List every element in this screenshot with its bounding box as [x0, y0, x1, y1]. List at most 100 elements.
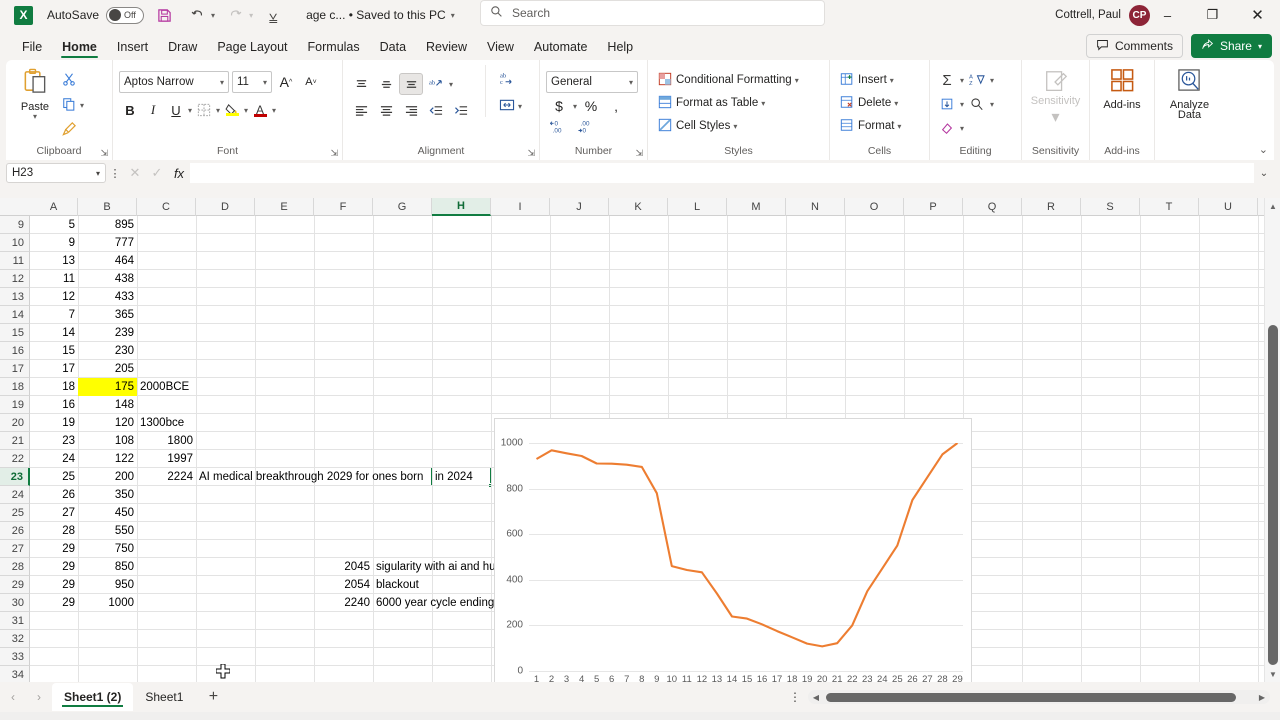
conditional-formatting-dropdown-icon[interactable]: ▾ [795, 76, 799, 85]
cell-B19[interactable]: 148 [78, 396, 137, 414]
align-right-button[interactable] [399, 99, 423, 121]
column-header-a[interactable]: A [30, 198, 78, 216]
row-header-25[interactable]: 25 [0, 504, 30, 522]
font-color-dropdown-icon[interactable]: ▾ [272, 106, 276, 115]
comments-button[interactable]: Comments [1085, 34, 1183, 58]
cell-B20[interactable]: 120 [78, 414, 137, 432]
insert-cells-dropdown-icon[interactable]: ▾ [890, 76, 894, 85]
autosum-dropdown-icon[interactable]: ▾ [960, 76, 964, 85]
align-left-button[interactable] [349, 99, 373, 121]
cell-A28[interactable]: 29 [30, 558, 78, 576]
center-button[interactable] [374, 99, 398, 121]
row-header-28[interactable]: 28 [0, 558, 30, 576]
restore-button[interactable]: ❐ [1190, 0, 1235, 30]
user-account[interactable]: Cottrell, Paul CP [1055, 0, 1150, 30]
cell-G30[interactable]: 6000 year cycle ending [373, 594, 494, 612]
cell-B16[interactable]: 230 [78, 342, 137, 360]
format-as-table-button[interactable]: Format as Table ▾ [654, 92, 802, 114]
share-button[interactable]: Share ▾ [1190, 34, 1272, 58]
column-header-u[interactable]: U [1199, 198, 1258, 216]
horizontal-scroll-thumb[interactable] [826, 692, 1236, 702]
column-header-d[interactable]: D [196, 198, 255, 216]
cell-C18[interactable]: 2000BCE [137, 378, 196, 396]
minimize-button[interactable]: – [1145, 0, 1190, 30]
cell-B27[interactable]: 750 [78, 540, 137, 558]
cell-A13[interactable]: 12 [30, 288, 78, 306]
horizontal-scrollbar[interactable]: ◀ ▶ [808, 690, 1270, 704]
clear-button[interactable] [936, 117, 958, 139]
cell-C20[interactable]: 1300bce [137, 414, 196, 432]
addins-button[interactable]: Add-ins [1096, 65, 1148, 111]
line-chart[interactable]: 0 200 400 600 800 1000 1 2 3 4 5 6 7 8 9 10 11 12 13 14 15 16… [494, 418, 972, 682]
collapse-ribbon-icon[interactable]: ⌄ [1259, 143, 1268, 156]
italic-button[interactable]: I [142, 99, 164, 121]
comma-format-button[interactable]: ‚ [605, 95, 627, 117]
cell-D23[interactable]: AI medical breakthrough 2029 for ones bo… [196, 468, 423, 486]
column-header-h[interactable]: H [432, 198, 491, 216]
row-header-31[interactable]: 31 [0, 612, 30, 630]
cell-F30[interactable]: 2240 [314, 594, 373, 612]
vertical-scroll-thumb[interactable] [1268, 325, 1278, 665]
tab-formulas[interactable]: Formulas [298, 37, 370, 60]
cell-B18[interactable]: 175 [78, 378, 137, 396]
cell-A15[interactable]: 14 [30, 324, 78, 342]
accounting-dropdown-icon[interactable]: ▾ [573, 102, 577, 111]
cell-styles-dropdown-icon[interactable]: ▾ [733, 122, 737, 131]
row-header-16[interactable]: 16 [0, 342, 30, 360]
more-options-icon[interactable]: ⋮ [782, 690, 808, 704]
cell-B17[interactable]: 205 [78, 360, 137, 378]
cell-B9[interactable]: 895 [78, 216, 137, 234]
fill-dropdown-icon[interactable]: ▾ [960, 100, 964, 109]
cell-A20[interactable]: 19 [30, 414, 78, 432]
row-header-34[interactable]: 34 [0, 666, 30, 682]
font-dialog-launcher[interactable]: ⇲ [330, 148, 338, 159]
copy-button[interactable]: ▾ [58, 94, 87, 116]
cell-B28[interactable]: 850 [78, 558, 137, 576]
format-cells-button[interactable]: Format ▾ [836, 115, 904, 137]
next-sheet-icon[interactable]: › [26, 690, 52, 704]
cell-A24[interactable]: 26 [30, 486, 78, 504]
cell-B10[interactable]: 777 [78, 234, 137, 252]
column-header-e[interactable]: E [255, 198, 314, 216]
underline-button[interactable]: U [165, 99, 187, 121]
cell-F29[interactable]: 2054 [314, 576, 373, 594]
column-header-f[interactable]: F [314, 198, 373, 216]
row-header-10[interactable]: 10 [0, 234, 30, 252]
accounting-format-button[interactable]: $ [548, 95, 570, 117]
row-header-9[interactable]: 9 [0, 216, 30, 234]
number-format-select[interactable]: General ▾ [546, 71, 638, 93]
fill-color-dropdown-icon[interactable]: ▾ [244, 106, 248, 115]
format-cells-dropdown-icon[interactable]: ▾ [897, 122, 901, 131]
percent-format-button[interactable]: % [580, 95, 602, 117]
column-header-l[interactable]: L [668, 198, 727, 216]
cell-C23[interactable]: 2224 [137, 468, 196, 486]
save-icon[interactable] [151, 3, 177, 27]
autosave-toggle[interactable]: Off [106, 6, 145, 24]
cell-A23[interactable]: 25 [30, 468, 78, 486]
row-header-26[interactable]: 26 [0, 522, 30, 540]
cell-A29[interactable]: 29 [30, 576, 78, 594]
cell-F28[interactable]: 2045 [314, 558, 373, 576]
cell-A11[interactable]: 13 [30, 252, 78, 270]
conditional-formatting-button[interactable]: Conditional Formatting ▾ [654, 69, 802, 91]
cell-A17[interactable]: 17 [30, 360, 78, 378]
row-header-21[interactable]: 21 [0, 432, 30, 450]
cell-A12[interactable]: 11 [30, 270, 78, 288]
column-header-n[interactable]: N [786, 198, 845, 216]
cell-B11[interactable]: 464 [78, 252, 137, 270]
insert-function-icon[interactable]: fx [168, 166, 190, 181]
customize-quick-access-icon[interactable]: ⩣ [260, 3, 286, 27]
cell-B15[interactable]: 239 [78, 324, 137, 342]
format-as-table-dropdown-icon[interactable]: ▾ [761, 99, 765, 108]
column-header-q[interactable]: Q [963, 198, 1022, 216]
borders-button[interactable] [193, 99, 215, 121]
expand-formula-bar-icon[interactable]: ⌄ [1254, 168, 1274, 179]
cell-B22[interactable]: 122 [78, 450, 137, 468]
tab-view[interactable]: View [477, 37, 524, 60]
cell-B21[interactable]: 108 [78, 432, 137, 450]
scroll-down-icon[interactable]: ▼ [1265, 666, 1280, 682]
cell-B26[interactable]: 550 [78, 522, 137, 540]
merge-center-button[interactable]: ▾ [496, 95, 525, 117]
fill-color-button[interactable] [221, 99, 243, 121]
orientation-dropdown-icon[interactable]: ▾ [449, 80, 453, 89]
